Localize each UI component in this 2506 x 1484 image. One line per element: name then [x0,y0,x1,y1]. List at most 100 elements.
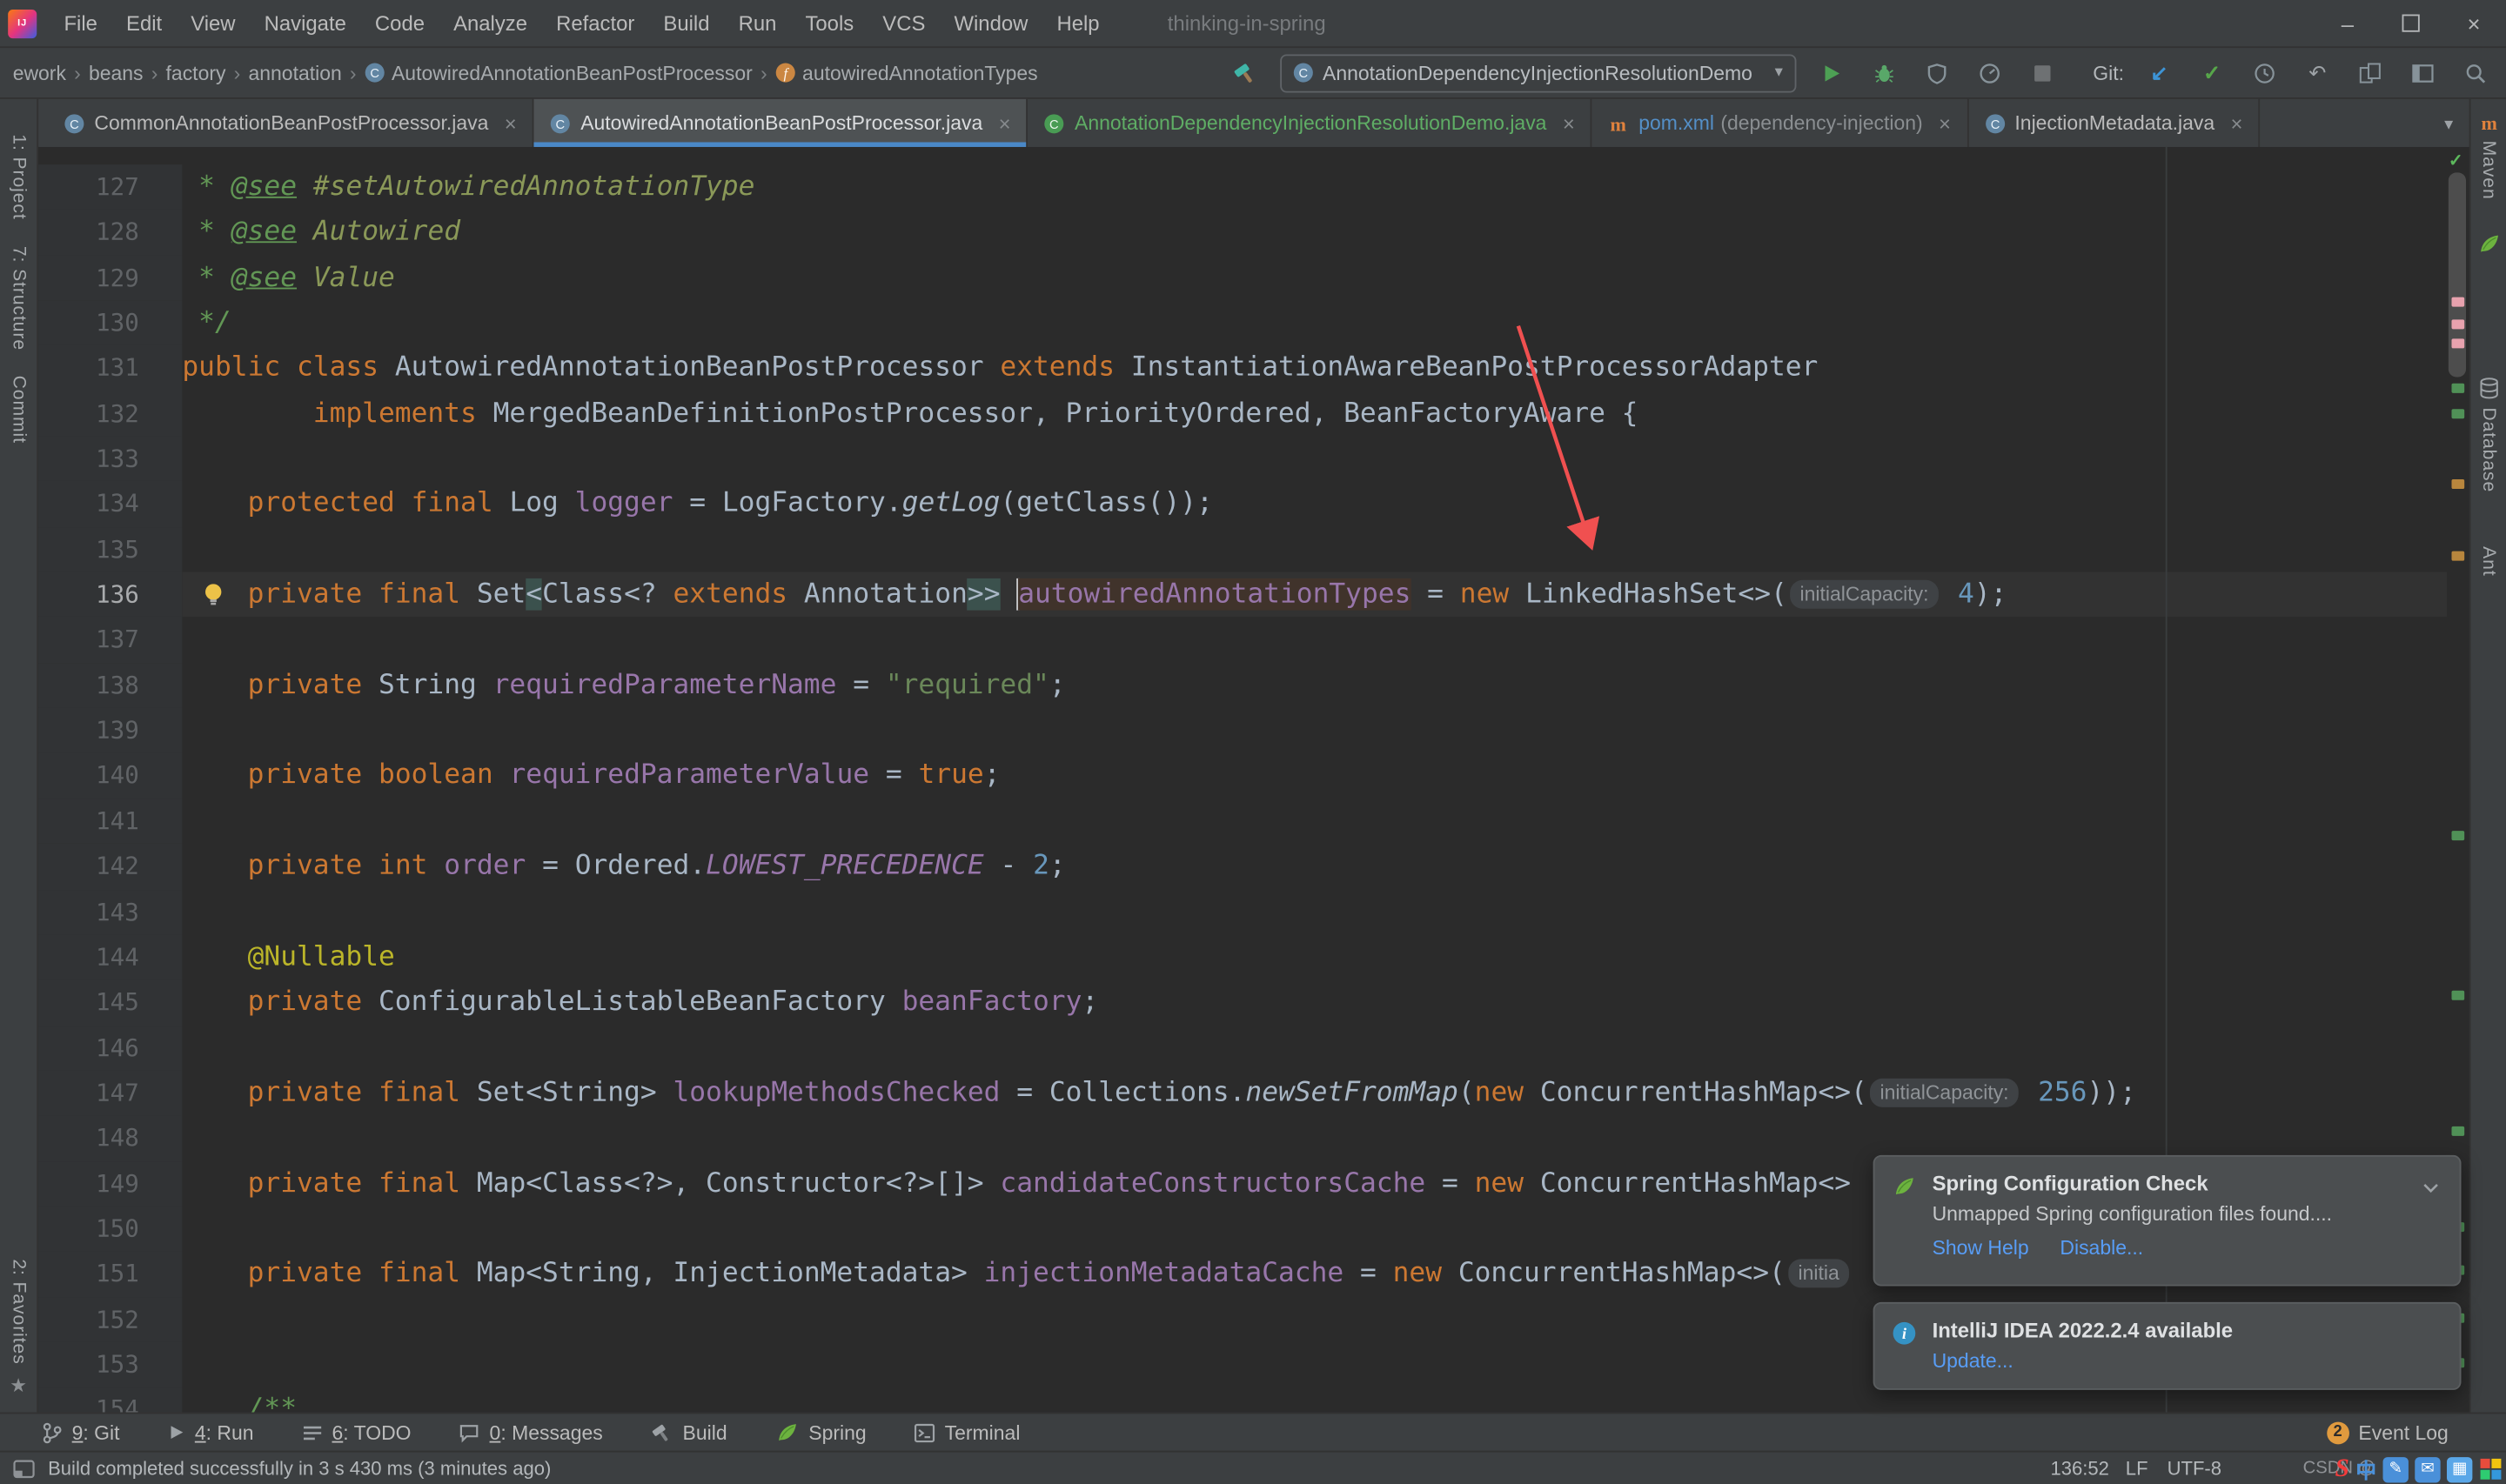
line-number[interactable]: 136 [38,572,183,618]
sogou-logo-icon[interactable]: S [2335,1454,2349,1483]
editor-tab[interactable]: C AnnotationDependencyInjectionResolution… [1029,98,1592,147]
line-number[interactable]: 149 [38,1160,183,1207]
run-button[interactable] [1813,55,1848,90]
tool-button-0-messages[interactable]: 0: Messages [459,1421,603,1443]
code-text[interactable]: */ [182,300,2447,345]
menu-view[interactable]: View [177,0,250,47]
line-number[interactable]: 134 [38,481,183,527]
tool-button-9-git[interactable]: 9: Git [42,1421,120,1443]
code-text[interactable]: private boolean requiredParameterValue =… [182,753,2447,799]
menu-refactor[interactable]: Refactor [542,0,649,47]
code-text[interactable] [182,889,2447,934]
tool-button-database[interactable]: Database [2478,378,2499,492]
editor-tab[interactable]: C AutowiredAnnotationBeanPostProcessor.ja… [533,98,1029,147]
code-text[interactable]: implements MergedBeanDefinitionPostProce… [182,391,2447,436]
code-text[interactable] [182,437,2447,482]
commit-button[interactable]: ✓ [2194,55,2229,90]
favorites-star-icon[interactable]: ★ [10,1374,27,1397]
intention-bulb-icon[interactable] [201,582,225,616]
code-text[interactable]: private final Set<String> lookupMethodsC… [182,1070,2447,1115]
tool-button-2favorites[interactable]: 2: Favorites [9,1259,28,1364]
code-text[interactable]: @Nullable [182,934,2447,979]
line-number[interactable]: 145 [38,979,183,1026]
line-number[interactable]: 141 [38,799,183,845]
update-link[interactable]: Update... [1933,1350,2014,1373]
menu-code[interactable]: Code [360,0,439,47]
close-icon[interactable]: × [1939,111,1951,136]
code-text[interactable]: public class AutowiredAnnotationBeanPost… [182,345,2447,391]
line-number[interactable]: 129 [38,255,183,301]
input-language-indicator[interactable]: 中 [2355,1454,2376,1484]
input-method-bar[interactable]: S 中 ✎ ✉ ▦ [2335,1454,2503,1484]
menu-build[interactable]: Build [649,0,724,47]
profiler-button[interactable] [1972,55,2007,90]
tool-button-leaf[interactable] [2476,231,2501,256]
input-tool-blocks-icon[interactable]: ▦ [2446,1456,2473,1482]
menu-edit[interactable]: Edit [111,0,176,47]
breadcrumb-item-annotation[interactable]: annotation [248,62,341,84]
event-log-button[interactable]: 2 Event Log [2326,1420,2484,1444]
menu-run[interactable]: Run [724,0,791,47]
line-number[interactable]: 131 [38,345,183,391]
code-text[interactable]: private int order = Ordered.LOWEST_PRECE… [182,844,2447,889]
search-everywhere-button[interactable] [2458,55,2493,90]
tool-button-terminal[interactable]: Terminal [915,1421,1020,1443]
input-tool-pencil-icon[interactable]: ✎ [2382,1456,2409,1482]
input-tool-grid-icon[interactable] [2479,1457,2503,1481]
line-number[interactable]: 148 [38,1115,183,1161]
tool-button-commit[interactable]: Commit [9,376,28,444]
diff-button[interactable] [2353,55,2388,90]
tool-button-7structure[interactable]: 7: Structure [9,245,28,350]
show-help-link[interactable]: Show Help [1933,1237,2029,1260]
tool-button-ant[interactable]: Ant [2479,547,2498,577]
tool-button-1project[interactable]: 1: Project [9,134,28,219]
inspections-ok-icon[interactable]: ✓ [2449,150,2463,170]
line-number[interactable]: 144 [38,934,183,980]
build-hammer-icon[interactable] [1227,55,1262,90]
line-number[interactable]: 139 [38,707,183,753]
debug-button[interactable] [1866,55,1900,90]
line-number[interactable]: 153 [38,1341,183,1387]
line-number[interactable]: 154 [38,1387,183,1413]
code-text[interactable]: * @see Autowired [182,210,2447,255]
editor-tab[interactable]: m pom.xml (dependency-injection) × [1592,98,1969,147]
tool-button-build[interactable]: Build [651,1421,727,1443]
line-number[interactable]: 137 [38,617,183,663]
breadcrumb-item-ework[interactable]: ework [13,62,66,84]
code-text[interactable]: private final Set<Class<? extends Annota… [182,572,2447,618]
menu-help[interactable]: Help [1042,0,1114,47]
history-button[interactable] [2247,55,2282,90]
line-number[interactable]: 135 [38,526,183,572]
code-text[interactable] [182,618,2447,663]
line-number[interactable]: 143 [38,889,183,935]
menu-vcs[interactable]: VCS [868,0,940,47]
menu-window[interactable]: Window [940,0,1042,47]
tool-button-maven[interactable]: m Maven [2478,112,2499,200]
input-tool-mail-icon[interactable]: ✉ [2415,1456,2441,1482]
tool-button-6-todo[interactable]: 6: TODO [302,1421,412,1443]
code-text[interactable] [182,1025,2447,1070]
line-number[interactable]: 146 [38,1025,183,1071]
menu-analyze[interactable]: Analyze [439,0,542,47]
line-number[interactable]: 142 [38,844,183,890]
update-project-button[interactable]: ↙ [2141,55,2176,90]
breadcrumb-item-autowiredannotationtypes[interactable]: f autowiredAnnotationTypes [775,62,1038,84]
breadcrumb-item-factory[interactable]: factory [166,62,226,84]
breadcrumb-item-beans[interactable]: beans [89,62,144,84]
coverage-button[interactable] [1919,55,1953,90]
menu-navigate[interactable]: Navigate [250,0,360,47]
caret-position-widget[interactable]: 136:52 [2050,1457,2108,1480]
code-text[interactable] [182,708,2447,753]
menu-file[interactable]: File [50,0,112,47]
disable-link[interactable]: Disable... [2060,1237,2143,1260]
menu-tools[interactable]: Tools [791,0,868,47]
chevron-down-icon[interactable] [2422,1178,2441,1200]
line-number[interactable]: 150 [38,1206,183,1252]
line-number[interactable]: 152 [38,1296,183,1342]
layout-button[interactable] [2405,55,2440,90]
close-icon[interactable]: × [1563,111,1575,136]
toolwindow-toggle-icon[interactable] [13,1459,36,1480]
close-icon[interactable]: × [505,111,517,136]
code-text[interactable]: /** [182,1387,2447,1413]
breadcrumb-item-autowiredannotationbeanpostprocessor[interactable]: C AutowiredAnnotationBeanPostProcessor [365,62,753,84]
